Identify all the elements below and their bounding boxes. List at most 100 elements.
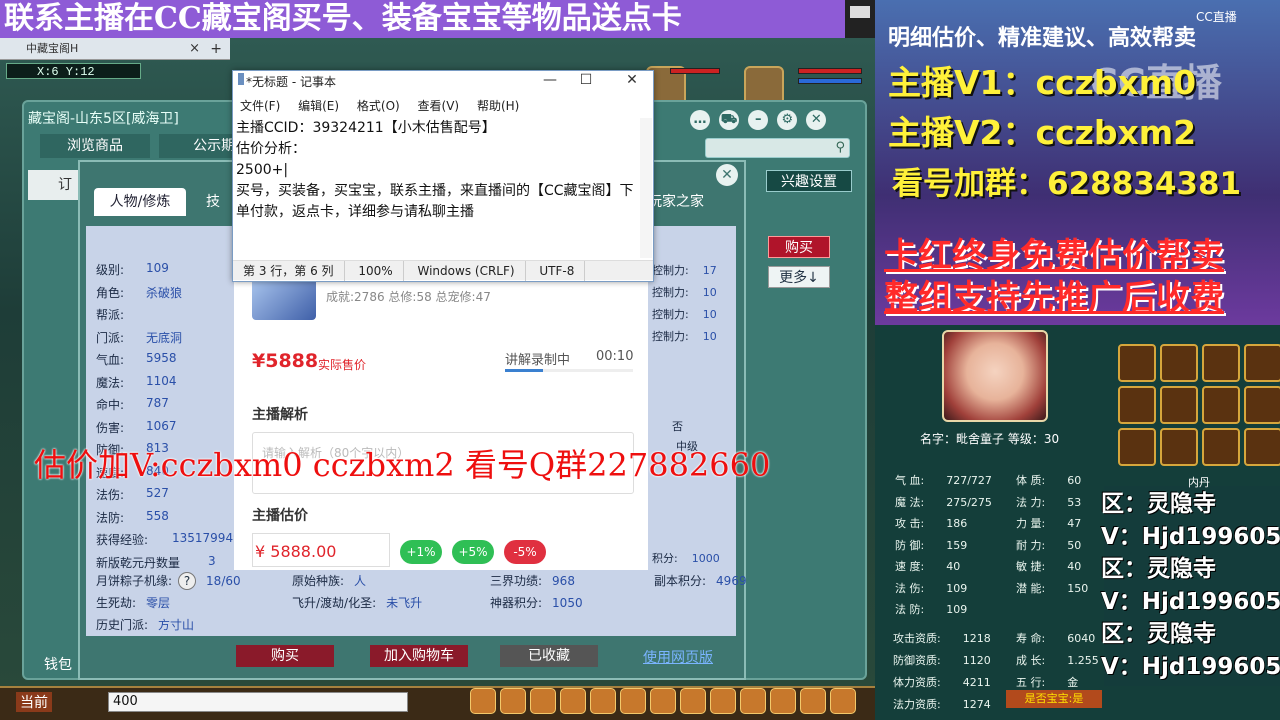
toolbar-item-icon[interactable]	[650, 688, 676, 714]
adjust-plus5-button[interactable]: +5%	[452, 540, 494, 564]
toolbar-item-icon[interactable]	[800, 688, 826, 714]
buy-button[interactable]: 购买	[236, 645, 334, 667]
stat-value: 6040	[1067, 632, 1096, 645]
stat-label: 五 行:	[1016, 676, 1046, 689]
character-stat: 角色: 杀破狼	[96, 284, 182, 301]
estimate-label: 主播估价	[252, 508, 308, 524]
menu-help[interactable]: 帮助(H)	[477, 99, 519, 113]
stat-label: 体力资质:	[893, 676, 941, 689]
web-version-link[interactable]: 使用网页版	[643, 647, 713, 667]
stat-label: 获得经验:	[96, 533, 149, 547]
minimize-icon[interactable]: —	[530, 70, 570, 90]
control-stat: 控制力: 17	[652, 264, 717, 277]
close-icon[interactable]: ×	[189, 38, 200, 60]
pet-attr: 法 力: 53	[1016, 494, 1081, 510]
stat-value: 4211	[962, 676, 991, 689]
add-to-cart-button[interactable]: 加入购物车	[370, 645, 468, 667]
stat-value: 1067	[146, 418, 177, 433]
toolbar-item-icon[interactable]	[590, 688, 616, 714]
maximize-icon[interactable]: ☐	[566, 70, 606, 90]
chat-input[interactable]: 400	[108, 692, 408, 712]
pet-attr: 体 质: 60	[1016, 472, 1081, 488]
interest-settings-button[interactable]: 兴趣设置	[766, 170, 852, 192]
stat-label: 法 伤:	[895, 581, 925, 595]
toolbar-item-icon[interactable]	[470, 688, 496, 714]
minimize-icon[interactable]: –	[748, 110, 769, 130]
settings-icon[interactable]: ⚙	[777, 110, 798, 130]
tab-browse[interactable]: 浏览商品	[40, 134, 150, 158]
close-icon[interactable]: ✕	[806, 110, 827, 130]
character-stat: 命中: 787	[96, 396, 169, 413]
menu-view[interactable]: 查看(V)	[418, 99, 460, 113]
life-row: 生死劫: 零层	[96, 596, 171, 610]
zone-line: V：Hjd1996052	[1101, 653, 1280, 680]
channel-current[interactable]: 当前	[16, 692, 52, 712]
pet-name-level: 名字：毗舍童子 等级：30	[920, 432, 1060, 446]
buy-side-button[interactable]: 购买	[768, 236, 830, 258]
skill-icon[interactable]	[1202, 344, 1240, 382]
adjust-minus5-button[interactable]: -5%	[504, 540, 546, 564]
cart-icon[interactable]: ⛟	[719, 110, 740, 130]
more-button[interactable]: 更多↓	[768, 266, 830, 288]
toolbar-item-icon[interactable]	[830, 688, 856, 714]
menu-edit[interactable]: 编辑(E)	[298, 99, 339, 113]
pet-stat: 气 血: 727/727	[895, 472, 992, 488]
tab-player-home[interactable]: 玩家之家	[648, 188, 704, 216]
character-stat: 新版乾元丹数量 3	[96, 554, 216, 571]
stat-label: 法 防:	[895, 603, 925, 616]
menu-file[interactable]: 文件(F)	[240, 99, 280, 113]
wallet-label[interactable]: 钱包	[44, 654, 72, 674]
skill-icon[interactable]	[1160, 386, 1198, 424]
skill-icon[interactable]	[1202, 428, 1240, 466]
skill-icon[interactable]	[1244, 428, 1280, 466]
chat-icon[interactable]: …	[690, 110, 710, 130]
stat-value: 558	[146, 508, 169, 523]
host-v1: 主播V1：cczbxm0	[888, 63, 1197, 102]
browser-tab[interactable]: 中藏宝阁H × +	[0, 38, 230, 60]
close-icon[interactable]: ✕	[716, 164, 738, 186]
stat-value: 无底洞	[146, 330, 183, 345]
adjust-plus1-button[interactable]: +1%	[400, 540, 442, 564]
toolbar-item-icon[interactable]	[770, 688, 796, 714]
skill-icon[interactable]	[1202, 386, 1240, 424]
status-zoom: 100%	[348, 261, 404, 281]
skill-icon[interactable]	[1118, 386, 1156, 424]
close-icon[interactable]: ✕	[612, 70, 652, 90]
stat-label: 新版乾元丹数量	[96, 555, 181, 570]
toolbar-item-icon[interactable]	[500, 688, 526, 714]
skill-icon[interactable]	[1244, 344, 1280, 382]
toolbar-item-icon[interactable]	[740, 688, 766, 714]
skill-icon[interactable]	[1160, 344, 1198, 382]
skill-icon[interactable]	[1244, 386, 1280, 424]
stat-label: 法 力:	[1016, 495, 1046, 509]
notepad-scrollbar[interactable]	[640, 118, 652, 258]
stat-value: 53	[1067, 495, 1082, 509]
search-icon[interactable]: ⚲	[835, 140, 845, 155]
side-card[interactable]: 订	[28, 170, 78, 200]
service-tagline: 明细估价、精准建议、高效帮卖	[888, 26, 1197, 51]
new-tab-icon[interactable]: +	[210, 38, 222, 60]
toolbar-item-icon[interactable]	[710, 688, 736, 714]
help-icon[interactable]: ?	[178, 572, 197, 590]
menu-format[interactable]: 格式(O)	[357, 99, 400, 113]
toolbar-item-icon[interactable]	[620, 688, 646, 714]
tab-skill[interactable]: 技	[206, 188, 220, 216]
toolbar-item-icon[interactable]	[560, 688, 586, 714]
notepad-textarea[interactable]: 主播CCID：39324211【小木估售配号】 估价分析： 2500+| 买号，…	[236, 118, 640, 223]
toolbar-item-icon[interactable]	[530, 688, 556, 714]
stat-label: 级别:	[96, 263, 125, 277]
feisheng-row: 飞升/渡劫/化圣: 未飞升	[292, 596, 423, 610]
search-input[interactable]: ⚲	[705, 138, 850, 158]
stat-value: 1.255	[1067, 654, 1099, 667]
collected-button[interactable]: 已收藏	[500, 645, 598, 667]
toolbar-item-icon[interactable]	[680, 688, 706, 714]
stat-value: 50	[1067, 538, 1082, 552]
notepad-menu: 文件(F) 编辑(E) 格式(O) 查看(V) 帮助(H)	[240, 97, 533, 114]
skill-icon[interactable]	[1118, 344, 1156, 382]
stat-value: 40	[1067, 560, 1082, 573]
stat-label: 防御资质:	[893, 654, 941, 667]
estimate-input[interactable]: ¥ 5888.00	[252, 533, 390, 567]
tab-person[interactable]: 人物/修炼	[94, 188, 186, 216]
skill-icon[interactable]	[1160, 428, 1198, 466]
skill-icon[interactable]	[1118, 428, 1156, 466]
